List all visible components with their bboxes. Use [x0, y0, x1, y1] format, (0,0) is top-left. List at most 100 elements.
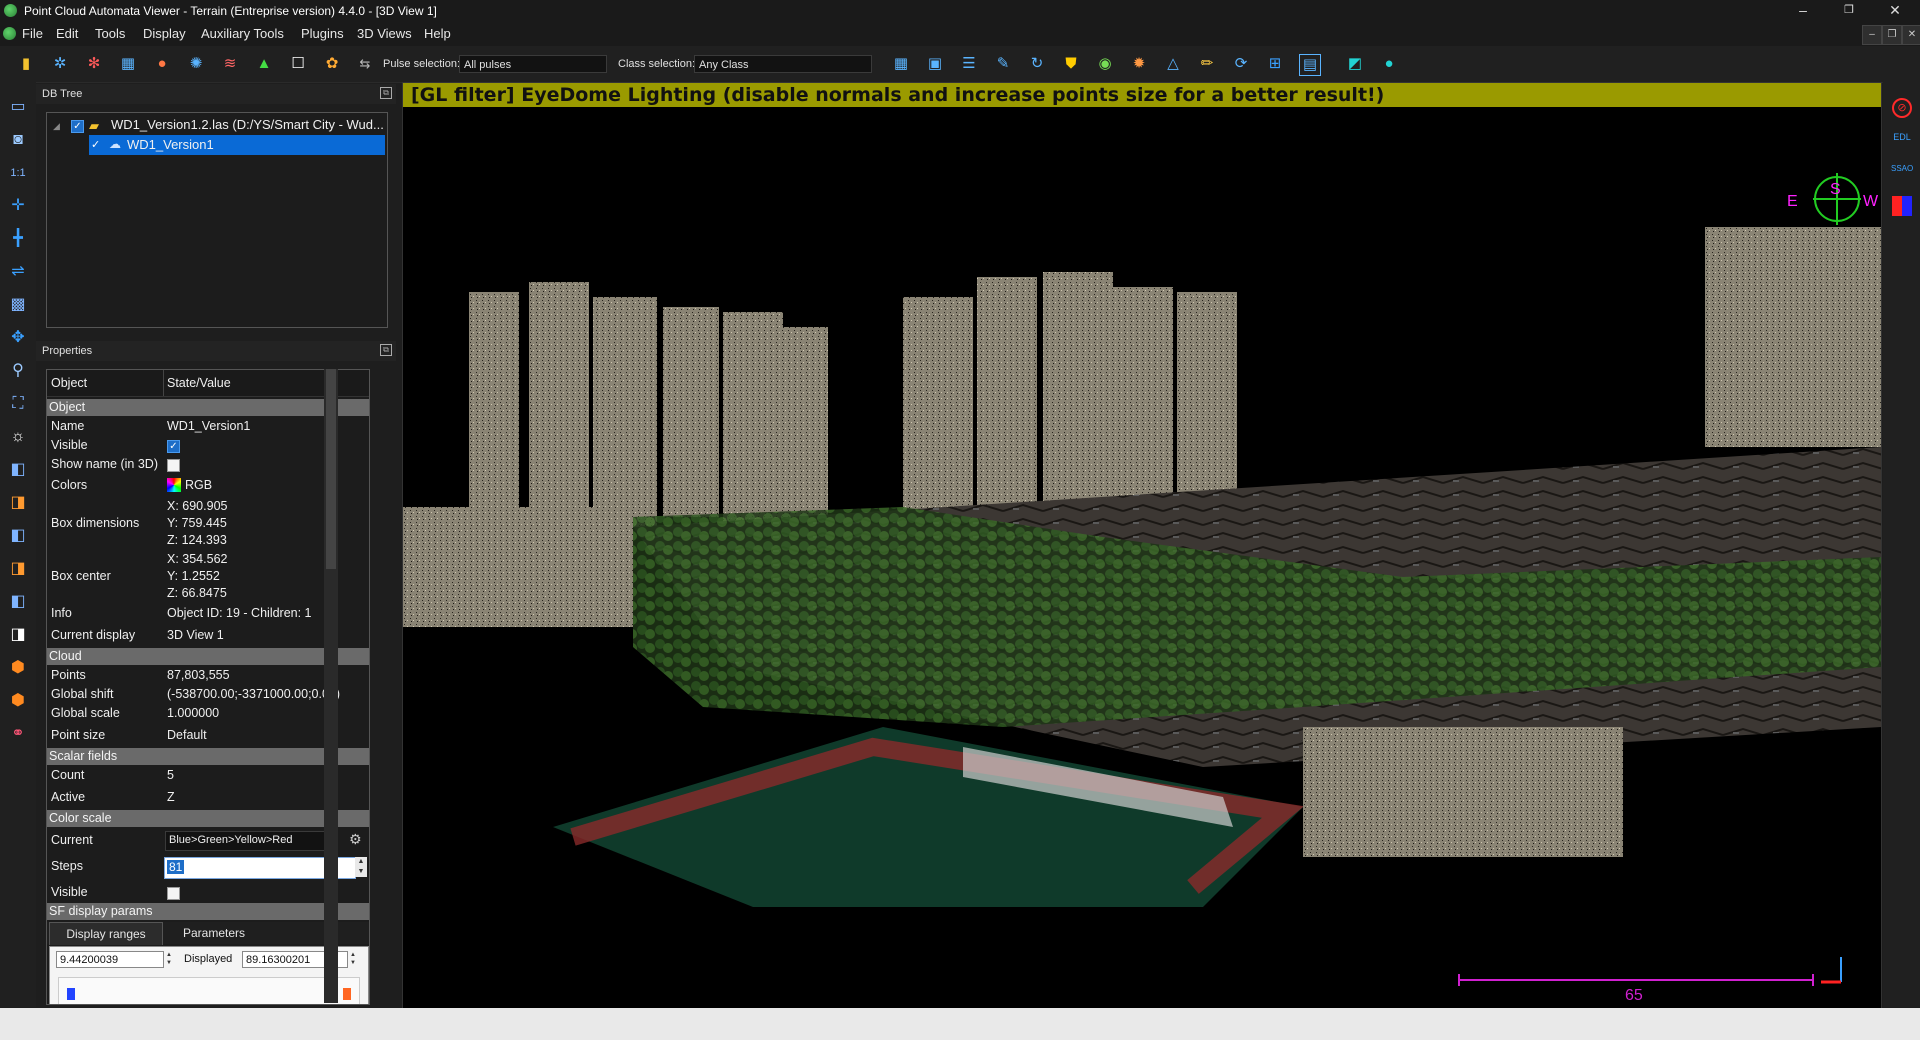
bottom-view-icon[interactable]: ◨ [7, 624, 29, 646]
compass-west-label: W [1863, 193, 1879, 210]
class-selection-dropdown[interactable]: Any Class [694, 55, 872, 73]
properties-scrollbar[interactable] [324, 369, 338, 1003]
menu-auxiliary-tools[interactable]: Auxiliary Tools [201, 26, 284, 41]
collapse-icon[interactable]: ◢ [53, 121, 60, 132]
color-ball-icon[interactable]: ● [152, 54, 172, 74]
square-select-icon[interactable]: ☐ [288, 54, 308, 74]
menu-help[interactable]: Help [424, 26, 451, 41]
right-view-icon[interactable]: ◧ [7, 591, 29, 613]
tab-display-ranges[interactable]: Display ranges [49, 922, 163, 945]
cursor-rotate-icon[interactable]: ⟳ [1231, 54, 1251, 74]
iso-view-2-icon[interactable]: ⬢ [7, 690, 29, 712]
scale-1-1-icon[interactable]: 1:1 [7, 162, 29, 184]
gear-icon[interactable]: ⚙ [349, 831, 362, 848]
histogram[interactable] [58, 977, 360, 1004]
prop-curdisp-key: Current display [51, 628, 136, 642]
color-filter-icon[interactable] [1892, 196, 1912, 216]
windows-icon[interactable]: ⊞ [1265, 54, 1285, 74]
mdi-minimize-button[interactable]: – [1862, 25, 1882, 45]
active-sf-dropdown[interactable]: Z [167, 790, 175, 804]
color-scale-visible-checkbox[interactable]: ✓ [167, 887, 180, 900]
visible-checkbox[interactable]: ✓ [167, 440, 180, 453]
back-view-icon[interactable]: ◧ [7, 525, 29, 547]
edl-icon[interactable]: EDL [1891, 132, 1913, 142]
maximize-button[interactable]: ❐ [1826, 0, 1872, 22]
menu-edit[interactable]: Edit [56, 26, 78, 41]
title-bar: Point Cloud Automata Viewer - Terrain (E… [0, 0, 1920, 22]
export-icon[interactable]: ◩ [1345, 54, 1365, 74]
pivot-icon[interactable]: ✛ [7, 195, 29, 217]
palette-icon[interactable]: ✿ [322, 54, 342, 74]
image-icon[interactable]: ▣ [925, 54, 945, 74]
measure-icon[interactable]: △ [1163, 54, 1183, 74]
shield-icon[interactable]: ⛊ [1061, 54, 1081, 74]
camera-icon[interactable]: ◙ [7, 129, 29, 151]
range-min-arrows[interactable]: ▲ ▼ [166, 951, 176, 968]
app-menu-icon[interactable] [3, 27, 16, 40]
tree-item-root[interactable]: WD1_Version1.2.las (D:/YS/Smart City - W… [111, 115, 384, 135]
range-displayed-arrows[interactable]: ▲ ▼ [350, 951, 360, 968]
monitor-icon[interactable]: ▭ [7, 96, 29, 118]
steps-spin-arrows[interactable]: ▲ ▼ [355, 857, 367, 877]
pencil-icon[interactable]: ✏ [1197, 54, 1217, 74]
gear-ball-icon[interactable]: ✹ [1129, 54, 1149, 74]
root-visibility-checkbox[interactable]: ✓ [71, 120, 84, 133]
minimize-button[interactable]: – [1780, 0, 1826, 22]
axis-icon[interactable]: ╋ [7, 228, 29, 250]
tree-item-selected[interactable]: ✓ ☁ WD1_Version1 [89, 135, 385, 155]
min-slider-handle[interactable] [67, 988, 75, 1000]
color-scale-dropdown[interactable]: Blue>Green>Yellow>Red [169, 834, 292, 846]
mdi-restore-button[interactable]: ❐ [1882, 25, 1902, 45]
steps-spinbox[interactable]: 81 [167, 860, 185, 874]
layout-icon[interactable]: ▤ [1299, 54, 1321, 76]
front-view-icon[interactable]: ◧ [7, 459, 29, 481]
close-button[interactable]: ✕ [1872, 0, 1918, 22]
mdi-close-button[interactable]: ✕ [1902, 25, 1920, 45]
child-checkbox[interactable]: ✓ [91, 138, 100, 151]
properties-panel: Object State/Value Object Name WD1_Versio… [46, 369, 370, 1005]
show-name-checkbox[interactable]: ✓ [167, 459, 180, 472]
arrows-icon[interactable]: ⇌ [7, 261, 29, 283]
max-slider-handle[interactable] [343, 988, 351, 1000]
menu-file[interactable]: File [22, 26, 43, 41]
move-icon[interactable]: ✥ [7, 327, 29, 349]
tile-view-icon[interactable]: ▦ [891, 54, 911, 74]
bar-chart-icon[interactable]: ▮ [16, 54, 36, 74]
prop-name-value[interactable]: WD1_Version1 [167, 419, 250, 433]
network-icon[interactable]: ✺ [186, 54, 206, 74]
sun-icon[interactable]: ☼ [7, 426, 29, 448]
point-size-dropdown[interactable]: Default [167, 728, 207, 742]
menu-3d-views[interactable]: 3D Views [357, 26, 412, 41]
ssao-icon[interactable]: SSAO [1891, 164, 1913, 173]
tree-item-cloud[interactable]: WD1_Version1 [127, 135, 214, 155]
disable-filter-icon[interactable]: ⊘ [1892, 98, 1912, 118]
top-view-icon[interactable]: ◨ [7, 492, 29, 514]
edit-icon[interactable]: ✎ [993, 54, 1013, 74]
undock-icon[interactable]: ⧉ [380, 87, 392, 99]
rainbow-icon[interactable]: ▲ [254, 54, 274, 74]
scatter-icon[interactable]: ✻ [84, 54, 104, 74]
left-view-icon[interactable]: ◨ [7, 558, 29, 580]
cube-icon[interactable]: ▩ [7, 294, 29, 316]
section-icon[interactable]: ☰ [959, 54, 979, 74]
pulse-selection-dropdown[interactable]: All pulses [459, 55, 607, 73]
menu-display[interactable]: Display [143, 26, 186, 41]
range-min-spinbox[interactable]: 9.44200039 [56, 951, 164, 968]
grid-icon[interactable]: ▦ [118, 54, 138, 74]
fit-icon[interactable]: ⛶ [7, 393, 29, 415]
tab-parameters[interactable]: Parameters [169, 922, 259, 944]
menu-tools[interactable]: Tools [95, 26, 125, 41]
stereo-icon[interactable]: ⚭ [7, 723, 29, 745]
menu-plugins[interactable]: Plugins [301, 26, 344, 41]
3d-view[interactable]: [GL filter] EyeDome Lighting (disable no… [402, 82, 1882, 1009]
cloud-ball-icon[interactable]: ● [1379, 54, 1399, 74]
filter-icon[interactable]: ✲ [50, 54, 70, 74]
globe-icon[interactable]: ◉ [1095, 54, 1115, 74]
undock-icon[interactable]: ⧉ [380, 344, 392, 356]
prop-colors-value[interactable]: RGB [185, 478, 212, 492]
layers-icon[interactable]: ≋ [220, 54, 240, 74]
iso-view-1-icon[interactable]: ⬢ [7, 657, 29, 679]
rotate-icon[interactable]: ↻ [1027, 54, 1047, 74]
prop-curdisp-value[interactable]: 3D View 1 [167, 628, 224, 642]
zoom-icon[interactable]: ⚲ [7, 360, 29, 382]
